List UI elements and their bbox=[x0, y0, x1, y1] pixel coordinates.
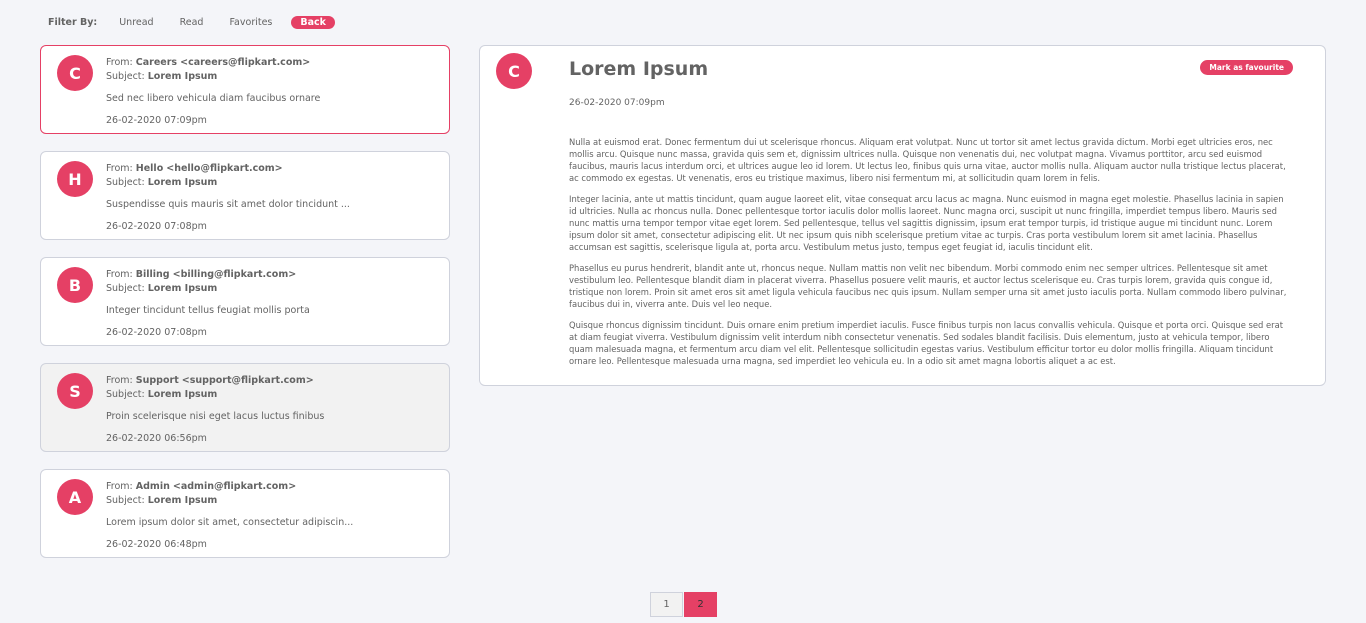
detail-body: Nulla at euismod erat. Donec fermentum d… bbox=[569, 136, 1293, 376]
avatar: B bbox=[57, 267, 93, 303]
from-name: Hello bbox=[135, 163, 164, 174]
from-label: From: bbox=[106, 481, 133, 492]
from-email: <admin@flipkart.com> bbox=[172, 481, 297, 492]
email-card-body: From: Hello <hello@flipkart.com> Subject… bbox=[106, 162, 439, 234]
email-card-hello[interactable]: H From: Hello <hello@flipkart.com> Subje… bbox=[40, 151, 450, 240]
email-excerpt: Sed nec libero vehicula diam faucibus or… bbox=[106, 93, 321, 104]
email-card-body: From: Support <support@flipkart.com> Sub… bbox=[106, 374, 439, 446]
subject-label: Subject: bbox=[106, 71, 145, 82]
email-card-admin[interactable]: A From: Admin <admin@flipkart.com> Subje… bbox=[40, 469, 450, 558]
from-label: From: bbox=[106, 163, 133, 174]
mark-favourite-button[interactable]: Mark as favourite bbox=[1200, 60, 1293, 75]
email-date: 26-02-2020 06:56pm bbox=[106, 433, 207, 444]
from-name: Support bbox=[135, 375, 179, 386]
email-subject: Subject: Lorem Ipsum bbox=[106, 282, 439, 296]
email-date: 26-02-2020 07:09pm bbox=[106, 115, 207, 126]
detail-avatar: C bbox=[496, 53, 532, 89]
email-from: From: Careers <careers@flipkart.com> bbox=[106, 56, 439, 70]
from-label: From: bbox=[106, 269, 133, 280]
email-card-body: From: Careers <careers@flipkart.com> Sub… bbox=[106, 56, 439, 128]
avatar: H bbox=[57, 161, 93, 197]
filter-unread-button[interactable]: Unread bbox=[119, 17, 153, 28]
email-from: From: Support <support@flipkart.com> bbox=[106, 374, 439, 388]
from-name: Admin bbox=[135, 481, 170, 492]
subject-text: Lorem Ipsum bbox=[147, 389, 218, 400]
subject-label: Subject: bbox=[106, 495, 145, 506]
email-from: From: Billing <billing@flipkart.com> bbox=[106, 268, 439, 282]
filter-read-button[interactable]: Read bbox=[180, 17, 204, 28]
from-email: <billing@flipkart.com> bbox=[172, 269, 297, 280]
back-button[interactable]: Back bbox=[291, 15, 335, 29]
email-from: From: Hello <hello@flipkart.com> bbox=[106, 162, 439, 176]
subject-text: Lorem Ipsum bbox=[147, 177, 218, 188]
email-card-support[interactable]: S From: Support <support@flipkart.com> S… bbox=[40, 363, 450, 452]
email-subject: Subject: Lorem Ipsum bbox=[106, 494, 439, 508]
from-name: Careers bbox=[135, 57, 178, 68]
avatar: S bbox=[57, 373, 93, 409]
email-from: From: Admin <admin@flipkart.com> bbox=[106, 480, 439, 494]
email-detail-panel: C Lorem Ipsum Mark as favourite 26-02-20… bbox=[479, 45, 1326, 386]
detail-paragraph: Nulla at euismod erat. Donec fermentum d… bbox=[569, 137, 1286, 183]
filter-bar: Filter By: Unread Read Favorites Back bbox=[48, 14, 335, 30]
from-name: Billing bbox=[135, 269, 170, 280]
from-email: <hello@flipkart.com> bbox=[166, 163, 283, 174]
filter-favorites-button[interactable]: Favorites bbox=[229, 17, 272, 28]
email-date: 26-02-2020 06:48pm bbox=[106, 539, 207, 550]
detail-paragraph: Integer lacinia, ante ut mattis tincidun… bbox=[569, 194, 1284, 252]
email-subject: Subject: Lorem Ipsum bbox=[106, 70, 439, 84]
subject-text: Lorem Ipsum bbox=[147, 283, 218, 294]
email-excerpt: Lorem ipsum dolor sit amet, consectetur … bbox=[106, 517, 354, 528]
email-card-careers[interactable]: C From: Careers <careers@flipkart.com> S… bbox=[40, 45, 450, 134]
filter-label: Filter By: bbox=[48, 16, 98, 28]
page-1-button[interactable]: 1 bbox=[650, 592, 683, 617]
email-card-billing[interactable]: B From: Billing <billing@flipkart.com> S… bbox=[40, 257, 450, 346]
detail-paragraph: Quisque rhoncus dignissim tincidunt. Dui… bbox=[569, 320, 1284, 366]
email-card-body: From: Admin <admin@flipkart.com> Subject… bbox=[106, 480, 439, 552]
from-label: From: bbox=[106, 57, 133, 68]
from-email: <careers@flipkart.com> bbox=[180, 57, 311, 68]
email-excerpt: Proin scelerisque nisi eget lacus luctus… bbox=[106, 411, 325, 422]
page-2-button[interactable]: 2 bbox=[684, 592, 717, 617]
from-email: <support@flipkart.com> bbox=[181, 375, 314, 386]
detail-paragraph: Phasellus eu purus hendrerit, blandit an… bbox=[569, 263, 1287, 309]
email-date: 26-02-2020 07:08pm bbox=[106, 327, 207, 338]
subject-text: Lorem Ipsum bbox=[147, 495, 218, 506]
email-date: 26-02-2020 07:08pm bbox=[106, 221, 207, 232]
from-label: From: bbox=[106, 375, 133, 386]
email-subject: Subject: Lorem Ipsum bbox=[106, 388, 439, 402]
email-card-body: From: Billing <billing@flipkart.com> Sub… bbox=[106, 268, 439, 340]
avatar: A bbox=[57, 479, 93, 515]
detail-date: 26-02-2020 07:09pm bbox=[569, 98, 665, 108]
subject-label: Subject: bbox=[106, 389, 145, 400]
email-subject: Subject: Lorem Ipsum bbox=[106, 176, 439, 190]
detail-title: Lorem Ipsum bbox=[569, 58, 709, 80]
email-list: C From: Careers <careers@flipkart.com> S… bbox=[40, 45, 450, 575]
subject-label: Subject: bbox=[106, 283, 145, 294]
subject-label: Subject: bbox=[106, 177, 145, 188]
avatar: C bbox=[57, 55, 93, 91]
email-excerpt: Suspendisse quis mauris sit amet dolor t… bbox=[106, 199, 350, 210]
subject-text: Lorem Ipsum bbox=[147, 71, 218, 82]
email-excerpt: Integer tincidunt tellus feugiat mollis … bbox=[106, 305, 310, 316]
pagination: 1 2 bbox=[650, 592, 717, 617]
